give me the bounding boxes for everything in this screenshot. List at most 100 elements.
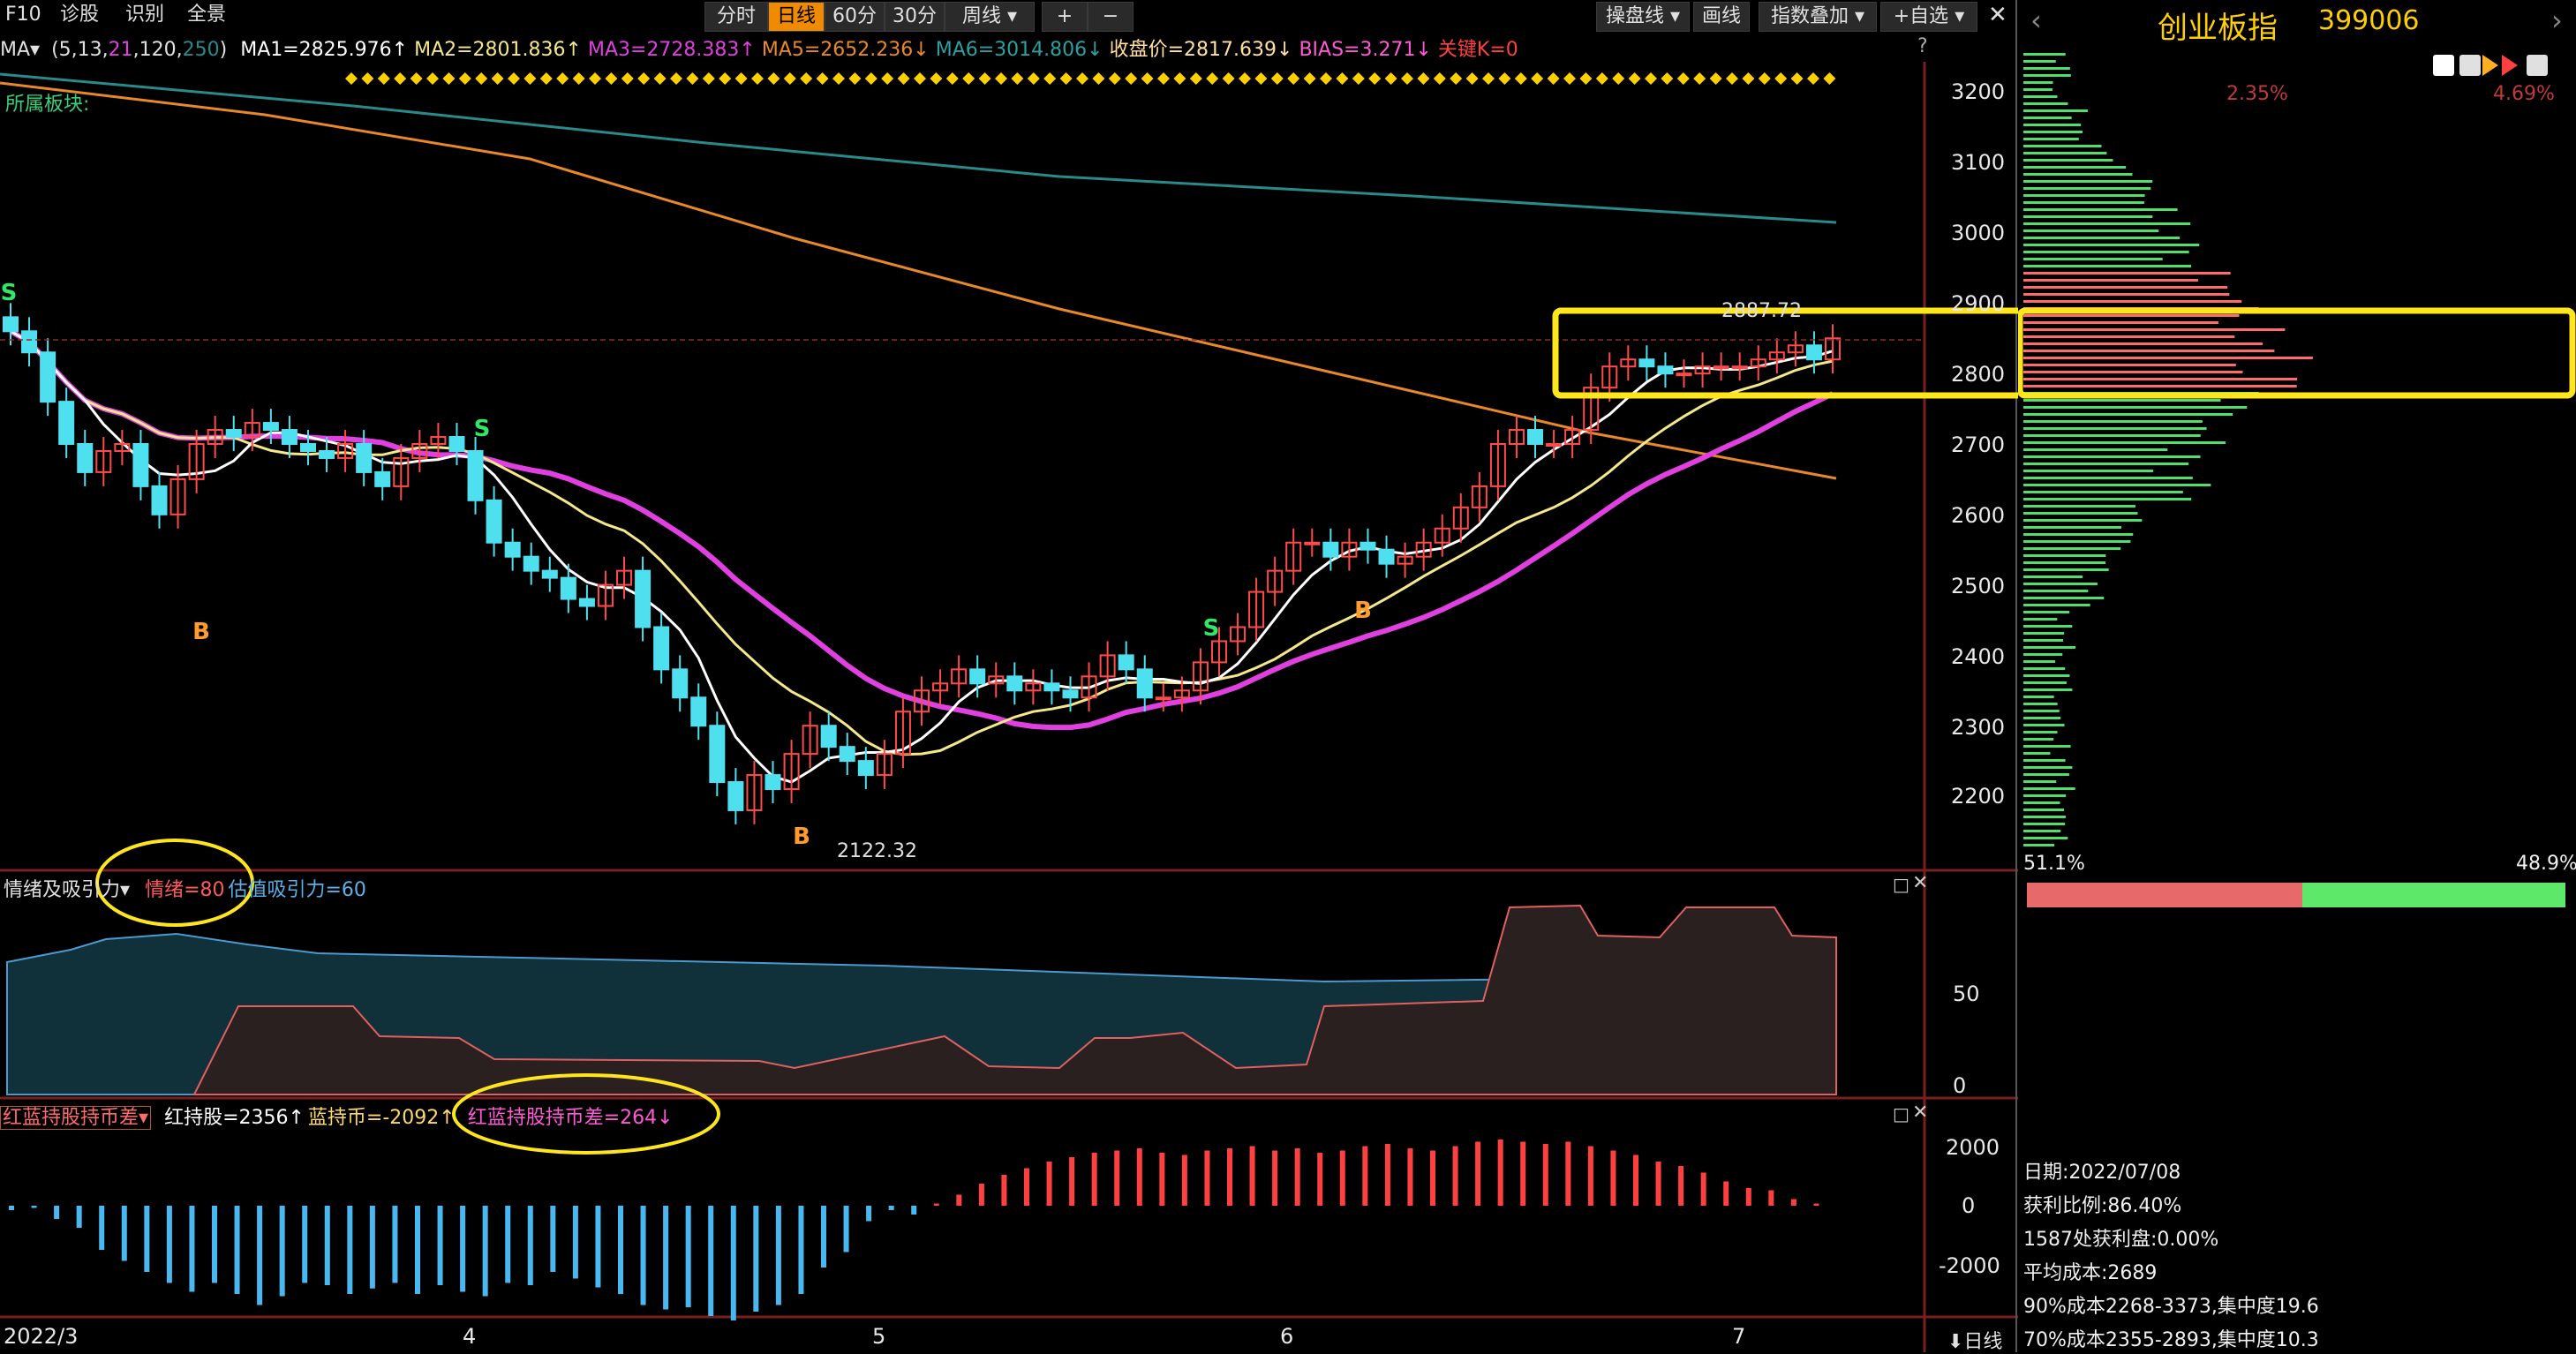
diff-bar [528, 1206, 533, 1285]
diff-bar [1295, 1148, 1300, 1206]
diamond-mark [475, 72, 487, 85]
diamond-mark [817, 72, 829, 85]
diff-bar [392, 1206, 397, 1283]
kline-chart[interactable]: S B S B S B [0, 0, 2018, 1352]
chip-bar [2023, 766, 2072, 769]
diff-bar [1768, 1191, 1774, 1207]
ratio-bar-red [2027, 883, 2302, 907]
chip-bar [2023, 823, 2065, 825]
chip-bar [2023, 561, 2105, 564]
diamond-mark [605, 72, 617, 85]
maximize-icon[interactable]: □ [1893, 874, 1909, 895]
candle-body [543, 571, 557, 578]
close-icon[interactable]: ✕ [1912, 1102, 1928, 1124]
chip-bar [2023, 88, 2053, 91]
diff-bar [1475, 1142, 1480, 1207]
diamond-mark [1206, 72, 1218, 85]
diff-bar [1159, 1153, 1164, 1206]
chip-bar [2023, 540, 2130, 543]
chip-bar [2023, 533, 2133, 536]
diff-bar [1588, 1147, 1593, 1207]
chip-bar [2023, 463, 2188, 465]
diff-bar [1678, 1166, 1683, 1206]
diamond-mark [719, 72, 731, 85]
diamond-mark [1157, 72, 1170, 85]
diff-bar [708, 1206, 713, 1316]
diamond-mark [508, 72, 520, 85]
chip-bar [2023, 731, 2058, 733]
sub2-indicator-dropdown[interactable]: 红蓝持股持币差▾ [0, 1106, 151, 1130]
diff-bar [1430, 1151, 1435, 1207]
sub1-indicator-dropdown[interactable]: 情绪及吸引力▾ [4, 879, 130, 901]
chip-bar [2023, 406, 2247, 409]
diamond-mark [1726, 72, 1738, 85]
diff-bar [1272, 1151, 1277, 1207]
y-tick: 2800 [1951, 362, 2005, 387]
diamond-mark [995, 72, 1007, 85]
diff-bar [663, 1206, 668, 1310]
chip-bar [2023, 632, 2064, 635]
diamond-mark [442, 72, 455, 85]
chip-bar [2023, 794, 2066, 797]
candle-body [487, 500, 501, 543]
chevron-down-icon: ▾ [120, 879, 130, 901]
diff-bar [844, 1206, 849, 1252]
sub2-value-2: 蓝持币=-2092↑ [308, 1107, 456, 1129]
diff-bar [1610, 1151, 1616, 1207]
diamond-mark [1645, 72, 1657, 85]
diamond-mark [1271, 72, 1284, 85]
candle-body [1677, 373, 1691, 375]
diamond-mark [1661, 72, 1673, 85]
diamond-mark [1548, 72, 1560, 85]
chip-bar [2023, 434, 2201, 437]
chip-bar [2023, 194, 2145, 197]
highlight-box [1555, 311, 2018, 395]
diamond-mark [1498, 72, 1510, 85]
chip-bar [2023, 208, 2178, 211]
diamond-mark [1417, 72, 1429, 85]
diamond-mark [1287, 72, 1299, 85]
chip-bar [2023, 81, 2053, 84]
candle-body [41, 352, 55, 402]
maximize-icon[interactable]: □ [1893, 1103, 1909, 1125]
chip-bar [2023, 159, 2113, 162]
chip-bar [2023, 688, 2072, 691]
diff-bar [776, 1206, 781, 1305]
diamond-mark [751, 72, 764, 85]
chip-bar [2023, 109, 2088, 112]
period-select-button[interactable]: ⬇日线 [1947, 1326, 2002, 1354]
diff-bar [99, 1206, 104, 1250]
chip-bar [2023, 844, 2054, 846]
candle-body [320, 451, 334, 458]
diff-bar [280, 1206, 285, 1297]
chip-bar [2023, 590, 2088, 592]
diff-bar [686, 1206, 691, 1307]
diff-bar [1498, 1140, 1503, 1206]
diamond-mark [1677, 72, 1690, 85]
candle-body [1380, 550, 1394, 564]
diff-bar [460, 1206, 465, 1292]
candle-body [449, 437, 463, 451]
close-icon[interactable]: ✕ [1912, 872, 1928, 894]
candle-body [78, 444, 92, 472]
diamond-mark [523, 72, 536, 85]
diamond-mark [1823, 72, 1835, 85]
signal-diamond-row [345, 72, 1835, 85]
diff-bar [505, 1206, 510, 1283]
x-tick: 2022/3 [4, 1324, 78, 1349]
diamond-mark [1563, 72, 1576, 85]
diamond-mark [573, 72, 585, 85]
candle-body [1156, 697, 1171, 699]
diff-bar [550, 1206, 555, 1272]
chip-bar [2023, 660, 2055, 663]
diff-bar [9, 1206, 14, 1210]
diamond-mark [1060, 72, 1073, 85]
signal-marker: S [1, 280, 18, 306]
sub1-header: 情绪及吸引力▾ 情绪=80 估值吸引力=60 [4, 874, 366, 902]
diamond-mark [1629, 72, 1641, 85]
chip-bar [2023, 166, 2126, 169]
diamond-mark [767, 72, 780, 85]
diff-bar [595, 1206, 600, 1288]
diff-bar [979, 1184, 984, 1206]
diff-bar [415, 1206, 420, 1294]
